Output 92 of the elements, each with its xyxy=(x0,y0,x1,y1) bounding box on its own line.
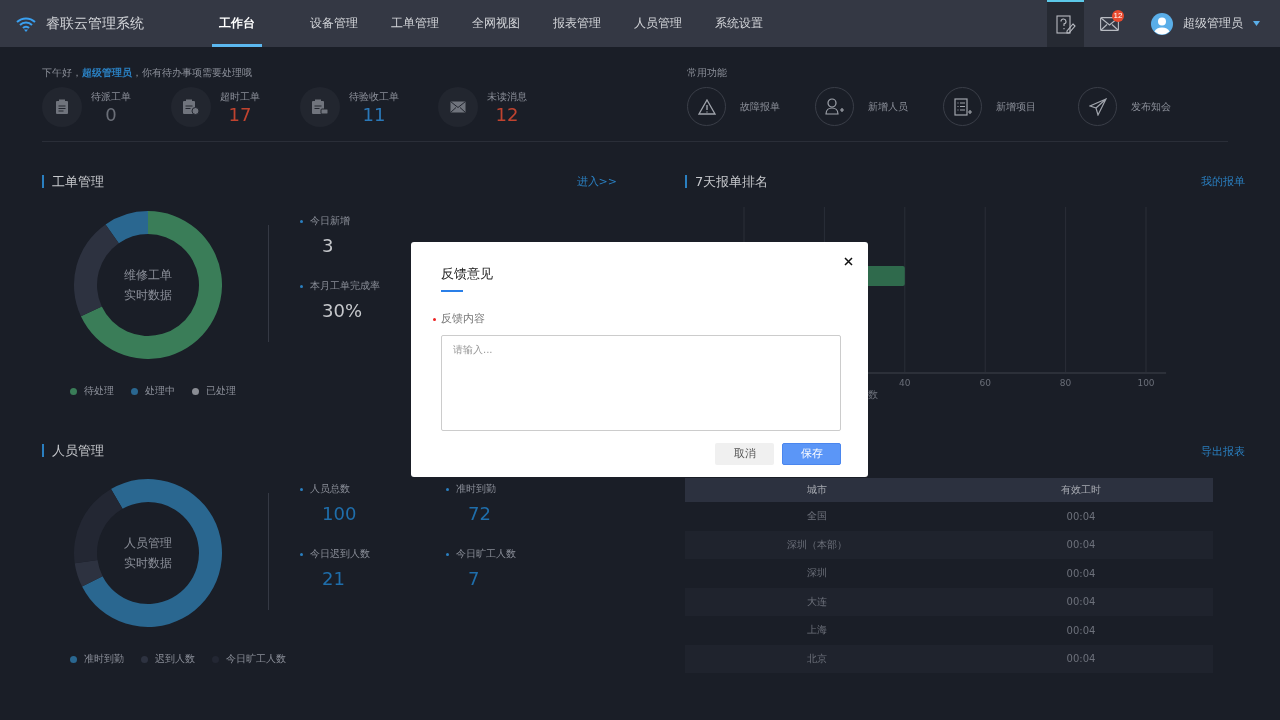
donut-center-label: 维修工单 xyxy=(124,266,172,284)
axis-label: 数 xyxy=(868,389,878,400)
shortcut-button[interactable]: 故障报单 xyxy=(687,87,815,126)
cancel-button[interactable]: 取消 xyxy=(715,443,774,465)
shortcut-button[interactable]: 新增人员 xyxy=(815,87,943,126)
help-edit-icon xyxy=(1055,14,1076,35)
stat-value: 72 xyxy=(468,503,492,524)
clipboard-icon xyxy=(55,99,69,115)
column-header: 城市 xyxy=(685,478,949,502)
save-button[interactable]: 保存 xyxy=(782,443,841,465)
nav-tab[interactable]: 工单管理 xyxy=(374,0,455,47)
mail-icon xyxy=(450,101,466,113)
table-cell: 大连 xyxy=(685,587,949,616)
app-title: 睿联云管理系统 xyxy=(46,14,144,33)
donut-center-label: 实时数据 xyxy=(124,554,172,572)
table-cell: 00:04 xyxy=(949,502,1213,531)
legend-label: 准时到勤 xyxy=(84,653,124,666)
user-menu[interactable]: 超级管理员 xyxy=(1134,0,1280,47)
todo-count: 11 xyxy=(361,103,387,125)
stat-value: 21 xyxy=(322,568,346,589)
stat-label: 人员总数 xyxy=(310,483,350,496)
todo-label: 待验收工单 xyxy=(349,89,399,104)
table-cell: 00:04 xyxy=(949,559,1213,588)
todo-count: 0 xyxy=(104,103,118,125)
stat-value: 3 xyxy=(322,235,335,256)
section-title: 7天报单排名 xyxy=(685,175,769,188)
legend-label: 待处理 xyxy=(84,385,114,398)
stat-label: 准时到勤 xyxy=(456,483,496,496)
shortcut-button[interactable]: 新增项目 xyxy=(943,87,1078,126)
tick-label: 100 xyxy=(1137,378,1155,388)
greeting-text: 下午好， xyxy=(42,67,82,78)
legend-label: 已处理 xyxy=(206,385,236,398)
enter-link[interactable]: 进入>> xyxy=(576,174,617,189)
legend-label: 迟到人数 xyxy=(155,653,195,666)
legend-label: 今日旷工人数 xyxy=(226,653,286,666)
table-cell: 00:04 xyxy=(949,644,1213,673)
field-label: 反馈内容 xyxy=(441,312,485,326)
tick-label: 40 xyxy=(899,378,911,388)
wifi-logo-icon xyxy=(16,15,36,32)
legend-label: 处理中 xyxy=(145,385,175,398)
todo-label: 待派工单 xyxy=(91,89,131,104)
export-link[interactable]: 导出报表 xyxy=(1201,444,1245,459)
todo-label: 超时工单 xyxy=(220,89,260,104)
nav-tab[interactable]: 报表管理 xyxy=(536,0,617,47)
shortcuts-title: 常用功能 xyxy=(687,66,728,78)
table-cell: 深圳 xyxy=(685,559,949,588)
unread-badge: 12 xyxy=(1112,10,1124,22)
tick-label: 60 xyxy=(979,378,991,388)
nav-tab[interactable]: 设备管理 xyxy=(293,0,374,47)
mail-button[interactable]: 12 xyxy=(1084,0,1134,47)
table-cell: 全国 xyxy=(685,502,949,531)
dialog-title: 反馈意见 xyxy=(441,265,493,283)
column-header: 有效工时 xyxy=(949,478,1213,502)
send-icon xyxy=(1088,97,1107,116)
stat-label: 本月工单完成率 xyxy=(310,280,380,293)
shortcut-button[interactable]: 发布知会 xyxy=(1078,87,1206,126)
add-user-icon xyxy=(824,98,845,115)
stat-value: 30% xyxy=(322,300,363,321)
nav-tab[interactable]: 人员管理 xyxy=(617,0,698,47)
table-cell: 00:04 xyxy=(949,616,1213,645)
stat-label: 今日新增 xyxy=(310,215,350,228)
clipboard-clock-icon xyxy=(182,99,200,115)
todo-count: 17 xyxy=(227,103,253,125)
clipboard-check-icon xyxy=(311,99,329,115)
feedback-input[interactable]: 请输入... xyxy=(441,335,841,431)
help-edit-button[interactable] xyxy=(1047,0,1084,47)
section-title: 工单管理 xyxy=(42,175,104,188)
table-cell: 北京 xyxy=(685,644,949,673)
table-cell: 深圳（本部） xyxy=(685,530,949,559)
section-title: 人员管理 xyxy=(42,444,104,457)
stat-label: 今日迟到人数 xyxy=(310,548,370,561)
nav-tab[interactable]: 工作台 xyxy=(212,0,262,47)
table-cell: 00:04 xyxy=(949,530,1213,559)
warning-icon xyxy=(697,98,716,115)
mail-icon xyxy=(1099,16,1119,31)
todo-count: 12 xyxy=(494,103,520,125)
nav-tab[interactable]: 系统设置 xyxy=(698,0,779,47)
nav-tab[interactable]: 全网视图 xyxy=(455,0,536,47)
add-list-icon xyxy=(953,97,972,116)
todo-label: 未读消息 xyxy=(487,89,527,104)
stat-value: 100 xyxy=(322,503,358,524)
donut-center-label: 人员管理 xyxy=(124,534,172,552)
table-cell: 00:04 xyxy=(949,587,1213,616)
stat-value: 7 xyxy=(468,568,481,589)
user-name-link[interactable]: 超级管理员 xyxy=(82,67,132,78)
stat-label: 今日旷工人数 xyxy=(456,548,516,561)
my-reports-link[interactable]: 我的报单 xyxy=(1201,174,1245,189)
greeting-text: ，你有待办事项需要处理哦 xyxy=(132,67,252,78)
donut-center-label: 实时数据 xyxy=(124,286,172,304)
caret-icon xyxy=(1253,21,1260,26)
tick-label: 80 xyxy=(1059,378,1072,388)
avatar-icon xyxy=(1151,12,1173,35)
